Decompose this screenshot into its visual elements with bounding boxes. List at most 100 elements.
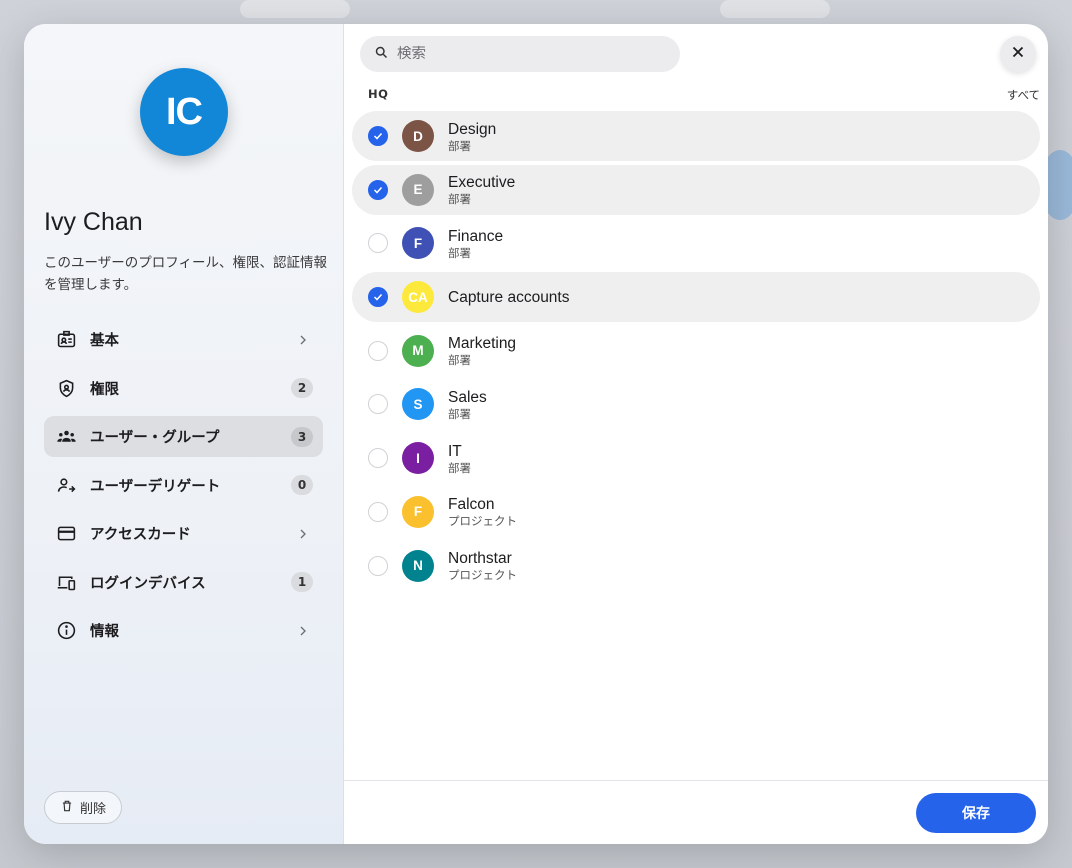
nav-label: 基本 xyxy=(90,333,119,349)
select-all-link[interactable]: すべて xyxy=(1007,87,1040,103)
group-text: Northstar プロジェクト xyxy=(448,549,517,582)
save-button[interactable]: 保存 xyxy=(916,793,1036,833)
checkbox[interactable] xyxy=(368,233,388,254)
nav-label: ユーザーデリゲート xyxy=(90,478,221,495)
checkbox[interactable] xyxy=(368,126,388,146)
count-badge: 0 xyxy=(291,475,313,495)
checkmark-icon xyxy=(373,186,383,194)
group-avatar: N xyxy=(402,549,434,582)
group-name: Executive xyxy=(448,174,516,192)
trash-icon xyxy=(60,799,74,816)
group-initials: F xyxy=(413,504,423,520)
chevron-right-icon xyxy=(293,524,313,544)
nav-label: 権限 xyxy=(90,381,119,398)
user-avatar: IC xyxy=(140,68,228,156)
group-picker: HQ すべて D Design 部署 E Executive 部署 F xyxy=(344,24,1048,844)
group-initials: CA xyxy=(408,289,428,305)
group-avatar: D xyxy=(402,120,434,152)
group-name: Northstar xyxy=(448,550,512,567)
group-name: Falcon xyxy=(448,496,495,514)
group-name: Capture accounts xyxy=(448,288,570,306)
group-avatar: CA xyxy=(402,281,434,314)
nav-item-login-devices[interactable]: ログインデバイス 1 xyxy=(44,562,323,603)
group-initials: N xyxy=(413,558,423,573)
group-type: 部署 xyxy=(448,192,471,207)
delete-label: 削除 xyxy=(79,801,106,816)
group-name: IT xyxy=(448,442,462,460)
group-row[interactable]: N Northstar プロジェクト xyxy=(352,541,1040,591)
group-name: Marketing xyxy=(448,335,517,353)
checkbox[interactable] xyxy=(368,394,388,415)
checkbox[interactable] xyxy=(368,555,388,576)
checkbox[interactable] xyxy=(368,448,388,469)
group-row[interactable]: CA Capture accounts xyxy=(352,272,1040,323)
group-list: D Design 部署 E Executive 部署 F Finance 部署 xyxy=(352,111,1040,594)
credit-card-icon xyxy=(54,522,78,546)
checkbox[interactable] xyxy=(368,501,388,522)
user-description: このユーザーのプロフィール、権限、認証情報を管理します。 xyxy=(44,255,327,293)
devices-icon xyxy=(54,570,78,594)
chevron-right-icon xyxy=(293,330,313,350)
nav-item-basic[interactable]: 基本 xyxy=(44,319,323,360)
count-badge: 1 xyxy=(291,572,313,592)
group-type: 部署 xyxy=(448,353,471,368)
nav-item-permissions[interactable]: 権限 2 xyxy=(44,368,323,409)
group-text: Design 部署 xyxy=(448,120,496,153)
group-text: Executive 部署 xyxy=(448,173,515,206)
group-type: 部署 xyxy=(448,138,471,153)
group-name: Design xyxy=(448,120,497,138)
footer: 保存 xyxy=(344,780,1048,844)
user-settings-modal: IC Ivy Chan このユーザーのプロフィール、権限、認証情報を管理します。… xyxy=(24,24,1048,844)
group-text: Capture accounts xyxy=(448,288,570,307)
close-icon xyxy=(1009,43,1027,65)
group-row[interactable]: E Executive 部署 xyxy=(352,164,1040,215)
checkmark-icon xyxy=(373,294,383,301)
checkmark-icon xyxy=(373,132,383,140)
delete-button[interactable]: 削除 xyxy=(44,791,122,824)
nav-item-user-groups[interactable]: ユーザー・グループ 3 xyxy=(44,416,323,457)
id-badge-icon xyxy=(54,328,78,352)
group-text: IT 部署 xyxy=(448,442,471,475)
group-name: Sales xyxy=(448,388,487,406)
checkbox[interactable] xyxy=(368,287,388,308)
group-row[interactable]: M Marketing 部署 xyxy=(352,326,1040,376)
group-row[interactable]: D Design 部署 xyxy=(352,111,1040,161)
close-button[interactable] xyxy=(1000,36,1036,72)
section-label: HQ xyxy=(368,87,389,101)
backdrop-tab xyxy=(240,0,350,18)
nav-item-info[interactable]: 情報 xyxy=(44,610,323,651)
group-text: Marketing 部署 xyxy=(448,334,516,367)
profile-sidebar: IC Ivy Chan このユーザーのプロフィール、権限、認証情報を管理します。… xyxy=(24,24,344,844)
info-icon xyxy=(54,619,78,643)
checkbox[interactable] xyxy=(368,340,388,361)
group-row[interactable]: F Falcon プロジェクト xyxy=(352,487,1040,537)
group-initials: I xyxy=(416,450,420,466)
group-text: Falcon プロジェクト xyxy=(448,495,517,528)
group-row[interactable]: S Sales 部署 xyxy=(352,379,1040,429)
user-name: Ivy Chan xyxy=(44,208,143,236)
group-avatar: M xyxy=(402,334,434,367)
nav-label: ユーザー・グループ xyxy=(90,430,220,446)
group-initials: E xyxy=(413,182,423,198)
checkbox[interactable] xyxy=(368,179,388,200)
group-row[interactable]: F Finance 部署 xyxy=(352,218,1040,268)
chevron-right-icon xyxy=(293,621,313,641)
nav-label: アクセスカード xyxy=(90,527,191,543)
group-initials: S xyxy=(413,396,423,412)
group-icon xyxy=(54,425,78,449)
group-row[interactable]: I IT 部署 xyxy=(352,433,1040,483)
group-avatar: E xyxy=(402,173,434,206)
group-initials: F xyxy=(413,235,423,251)
search-bar[interactable] xyxy=(360,36,680,72)
nav-item-access-card[interactable]: アクセスカード xyxy=(44,513,323,554)
search-icon xyxy=(374,45,389,64)
group-avatar: F xyxy=(402,495,434,528)
group-avatar: S xyxy=(402,388,434,421)
group-avatar: F xyxy=(402,227,434,260)
group-name: Finance xyxy=(448,227,504,245)
search-input[interactable] xyxy=(397,46,657,62)
backdrop-tab xyxy=(720,0,830,18)
group-type: プロジェクト xyxy=(448,514,517,529)
group-text: Finance 部署 xyxy=(448,227,503,260)
nav-item-user-delegates[interactable]: ユーザーデリゲート 0 xyxy=(44,465,323,506)
